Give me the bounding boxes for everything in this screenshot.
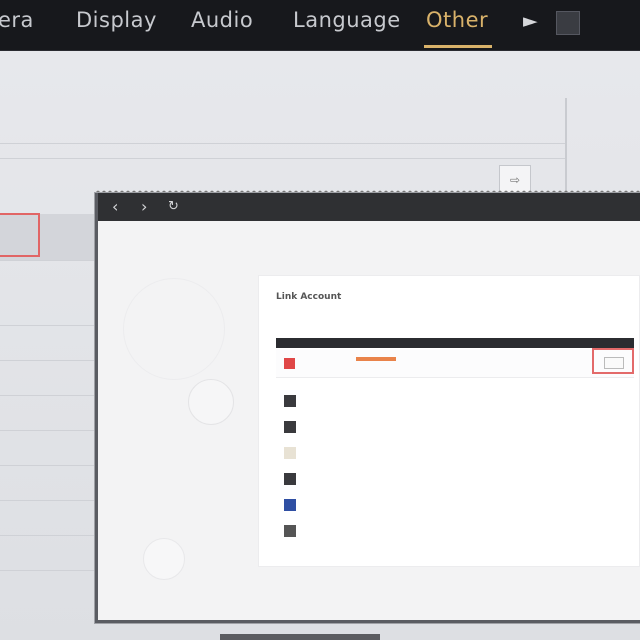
service-icon-1: [284, 395, 296, 407]
panel-title: Link Account: [276, 292, 342, 302]
highlighted-action-button[interactable]: [592, 348, 634, 374]
cursor-icon[interactable]: ►: [523, 10, 538, 32]
divider: [0, 158, 565, 159]
divider: [0, 143, 565, 144]
link-account-panel: Link Account: [258, 275, 640, 567]
square-icon[interactable]: [556, 11, 580, 35]
service-icon-5: [284, 499, 296, 511]
service-row: [284, 417, 634, 437]
scrollbar-track[interactable]: [565, 98, 567, 193]
service-row: [284, 469, 634, 489]
background-decoration: [123, 278, 225, 380]
forward-arrow-icon[interactable]: ›: [141, 197, 147, 216]
taskbar-handle[interactable]: [220, 634, 380, 640]
tab-display[interactable]: Display: [76, 8, 157, 32]
service-row: [284, 521, 634, 541]
service-row: [284, 443, 634, 463]
first-account-row: [276, 348, 634, 378]
tab-audio[interactable]: Audio: [191, 8, 253, 32]
decorative-icon: [143, 538, 185, 580]
arrow-right-icon: ⇨: [509, 173, 521, 187]
service-icon-2: [284, 421, 296, 433]
top-nav-bar: era Display Audio Language Other ►: [0, 0, 640, 51]
service-icon-6: [284, 525, 296, 537]
highlight-box: [0, 213, 40, 257]
status-badge: [356, 357, 396, 361]
back-arrow-icon[interactable]: ‹: [112, 197, 118, 216]
refresh-icon[interactable]: ↻: [168, 199, 179, 214]
tab-language[interactable]: Language: [293, 8, 401, 32]
service-icon: [284, 358, 295, 369]
section-header: [276, 338, 634, 348]
service-icon-3: [284, 447, 296, 459]
service-row: [284, 495, 634, 515]
service-icon-4: [284, 473, 296, 485]
unlink-button[interactable]: [604, 357, 624, 369]
avatar-placeholder-icon: [188, 379, 234, 425]
service-row: [284, 391, 634, 411]
browser-toolbar: ‹ › ↻: [98, 193, 640, 221]
tab-camera[interactable]: era: [0, 8, 34, 32]
browser-window: ‹ › ↻ Link Account: [95, 193, 640, 623]
tab-other[interactable]: Other: [426, 8, 488, 32]
active-tab-indicator: [424, 45, 492, 48]
